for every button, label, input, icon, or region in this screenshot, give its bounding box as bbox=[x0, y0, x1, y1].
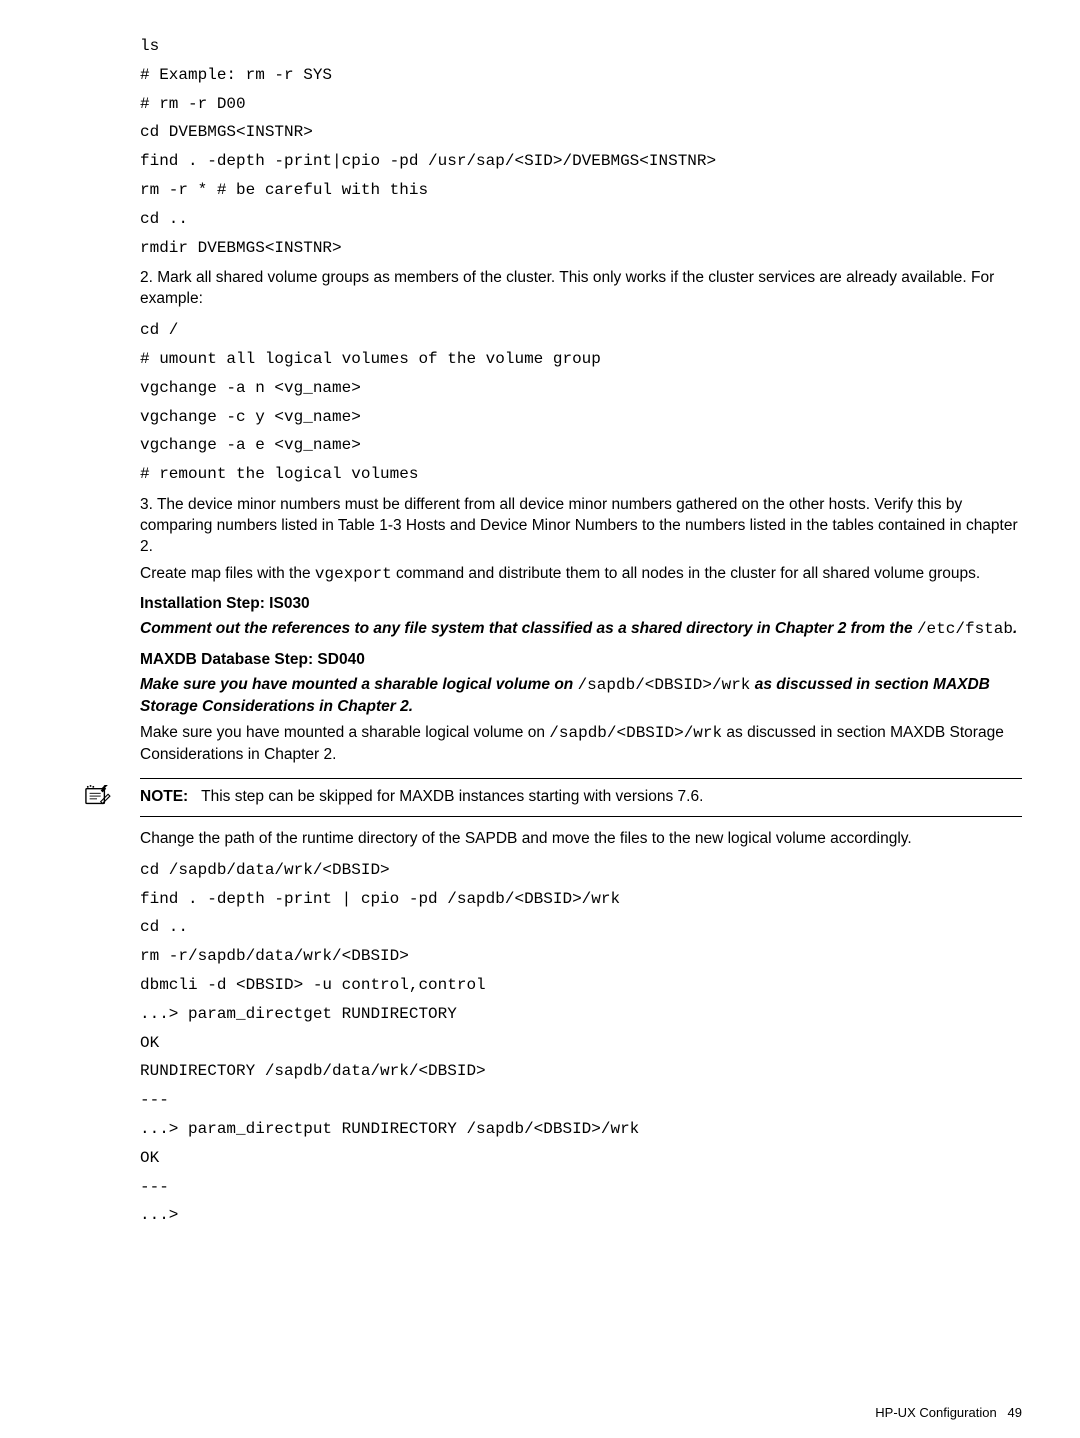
inline-code-sapdb-1: /sapdb/<DBSID>/wrk bbox=[578, 676, 751, 694]
footer-section: HP-UX Configuration bbox=[875, 1405, 996, 1420]
paragraph-fstab: Comment out the references to any file s… bbox=[140, 619, 1022, 641]
heading-sd040: MAXDB Database Step: SD040 bbox=[140, 651, 1022, 669]
paragraph-change-path: Change the path of the runtime directory… bbox=[140, 829, 1022, 850]
inline-code-fstab: /etc/fstab bbox=[917, 620, 1013, 638]
note-icon bbox=[82, 785, 112, 809]
paragraph-sharable-plain: Make sure you have mounted a sharable lo… bbox=[140, 723, 1022, 766]
code-block-3: cd /sapdb/data/wrk/<DBSID> find . -depth… bbox=[140, 856, 1022, 1230]
footer-page-number: 49 bbox=[1008, 1405, 1022, 1420]
page-footer: HP-UX Configuration 49 bbox=[875, 1405, 1022, 1420]
code-block-2: cd / # umount all logical volumes of the… bbox=[140, 316, 1022, 489]
inline-code-vgexport: vgexport bbox=[315, 565, 392, 583]
paragraph-sharable-bold: Make sure you have mounted a sharable lo… bbox=[140, 675, 1022, 718]
paragraph-step2: 2. Mark all shared volume groups as memb… bbox=[140, 268, 1022, 310]
document-page: ls # Example: rm -r SYS # rm -r D00 cd D… bbox=[0, 0, 1080, 1438]
note-text: This step can be skipped for MAXDB insta… bbox=[201, 788, 703, 805]
heading-is030: Installation Step: IS030 bbox=[140, 595, 1022, 613]
text-part: Make sure you have mounted a sharable lo… bbox=[140, 676, 578, 693]
text-part: Create map files with the bbox=[140, 565, 315, 582]
text-part: Make sure you have mounted a sharable lo… bbox=[140, 724, 549, 741]
paragraph-vgexport: Create map files with the vgexport comma… bbox=[140, 564, 1022, 586]
text-part: command and distribute them to all nodes… bbox=[392, 565, 980, 582]
code-block-1: ls # Example: rm -r SYS # rm -r D00 cd D… bbox=[140, 32, 1022, 262]
note-label: NOTE: bbox=[140, 788, 188, 805]
inline-code-sapdb-2: /sapdb/<DBSID>/wrk bbox=[549, 724, 722, 742]
note-callout: NOTE: This step can be skipped for MAXDB… bbox=[140, 778, 1022, 817]
text-part: Comment out the references to any file s… bbox=[140, 620, 917, 637]
text-part: . bbox=[1013, 620, 1017, 637]
paragraph-step3: 3. The device minor numbers must be diff… bbox=[140, 495, 1022, 558]
